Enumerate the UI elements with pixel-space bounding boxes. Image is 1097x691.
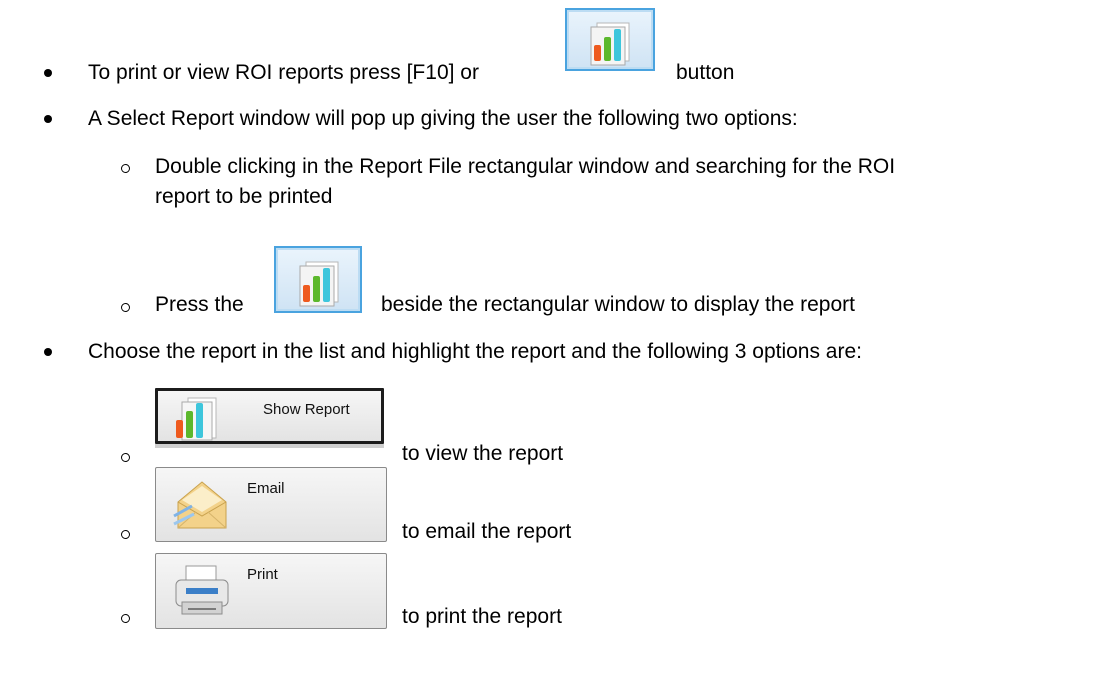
instruction-choose-report: Choose the report in the list and highli… — [88, 340, 862, 364]
show-report-button[interactable]: Show Report — [155, 388, 384, 444]
instruction-text: to email the report — [402, 520, 572, 543]
button-bottom-line — [155, 444, 384, 448]
instruction-text: A Select Report window will pop up givin… — [88, 107, 798, 130]
sub-bullet-circle — [121, 530, 130, 539]
show-report-label: Show Report — [263, 401, 350, 418]
instruction-select-report: A Select Report window will pop up givin… — [88, 107, 798, 131]
instruction-text: Choose the report in the list and highli… — [88, 340, 862, 363]
option-view-report: to view the report — [402, 442, 563, 466]
email-label: Email — [247, 480, 285, 497]
option-email-report: to email the report — [402, 520, 571, 544]
bullet-dot — [44, 69, 52, 77]
print-label: Print — [247, 566, 278, 583]
bar-chart-icon — [176, 397, 217, 441]
instruction-button-word: button — [676, 61, 734, 85]
instruction-text: report to be printed — [155, 185, 333, 208]
sub-bullet-circle — [121, 164, 130, 173]
report-chart-button[interactable] — [565, 8, 655, 71]
instruction-text: button — [676, 61, 735, 84]
report-chart-button[interactable] — [274, 246, 362, 313]
instruction-text: to view the report — [402, 442, 564, 465]
instruction-text: To print or view ROI reports press [F10]… — [88, 61, 479, 84]
bar-chart-icon — [299, 261, 339, 307]
bar-chart-icon — [590, 22, 630, 66]
instruction-text: to print the report — [402, 605, 562, 628]
sub-bullet-circle — [121, 303, 130, 312]
instruction-text: beside the rectangular window to display… — [381, 293, 855, 316]
option-press-the-cont: beside the rectangular window to display… — [381, 293, 855, 317]
option-press-the: Press the — [155, 293, 244, 317]
sub-bullet-circle — [121, 614, 130, 623]
envelope-icon — [173, 481, 227, 529]
email-button[interactable]: Email — [155, 467, 387, 542]
instruction-print-view: To print or view ROI reports press [F10]… — [88, 61, 479, 85]
option-print-report: to print the report — [402, 605, 562, 629]
bullet-dot — [44, 115, 52, 123]
instruction-text: Press the — [155, 293, 244, 316]
instruction-text: Double clicking in the Report File recta… — [155, 155, 896, 178]
option-double-click-cont: report to be printed — [155, 185, 332, 209]
bullet-dot — [44, 348, 52, 356]
option-double-click: Double clicking in the Report File recta… — [155, 155, 895, 179]
print-button[interactable]: Print — [155, 553, 387, 629]
printer-icon — [175, 565, 229, 615]
sub-bullet-circle — [121, 453, 130, 462]
